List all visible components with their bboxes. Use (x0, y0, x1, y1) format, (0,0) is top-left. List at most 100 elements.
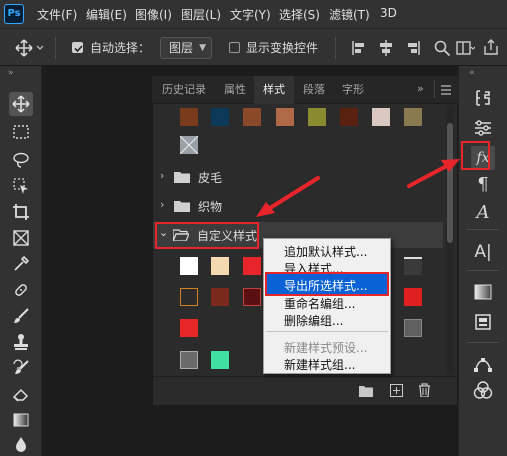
history-panel-icon[interactable] (471, 86, 495, 110)
brush-tool-icon[interactable] (9, 304, 33, 328)
blur-tool-icon[interactable] (9, 432, 33, 456)
right-panel-strip: « fx ¶ A A| (458, 66, 507, 456)
layer-group-dropdown[interactable]: 图层 ▼ (160, 37, 212, 59)
properties-panel-icon[interactable] (471, 116, 495, 140)
crop-tool-icon[interactable] (9, 200, 33, 224)
collapse-arrows-icon[interactable]: » (8, 68, 14, 78)
layer-dropdown-value: 图层 (169, 41, 194, 55)
style-swatch[interactable] (180, 136, 198, 154)
style-swatch[interactable] (404, 288, 422, 306)
channels-panel-icon[interactable] (471, 378, 495, 402)
align-right-icon[interactable] (404, 39, 422, 57)
folder-icon (174, 171, 190, 183)
marquee-tool-icon[interactable] (9, 120, 33, 144)
tab-paragraph[interactable]: 段落 (294, 76, 334, 104)
character-panel-icon[interactable]: A| (471, 240, 495, 264)
tab-properties[interactable]: 属性 (216, 76, 254, 104)
style-swatch[interactable] (404, 257, 422, 275)
healing-brush-tool-icon[interactable] (9, 278, 33, 302)
eraser-tool-icon[interactable] (9, 382, 33, 406)
auto-select-checkbox[interactable] (72, 42, 83, 53)
new-group-folder-icon[interactable] (359, 385, 373, 397)
style-swatch[interactable] (243, 108, 261, 126)
style-swatch[interactable] (372, 108, 390, 126)
new-style-icon[interactable] (390, 384, 403, 397)
share-icon[interactable] (482, 38, 500, 56)
menu-layer[interactable]: 图层(L) (181, 6, 221, 23)
style-swatch[interactable] (180, 257, 198, 275)
gradients-panel-icon[interactable] (471, 280, 495, 304)
style-group-label: 皮毛 (198, 171, 223, 185)
style-swatch[interactable] (180, 319, 198, 337)
separator (467, 229, 499, 230)
style-swatch[interactable] (340, 108, 358, 126)
chevron-right-icon: › (160, 169, 165, 182)
layers-panel-icon[interactable] (471, 310, 495, 334)
highlight-box (265, 272, 389, 296)
align-horizontal-center-icon[interactable] (377, 39, 395, 57)
menu-item-rename-group[interactable]: 重命名编组... (284, 295, 355, 312)
separator (467, 270, 499, 271)
style-swatch[interactable] (404, 319, 422, 337)
style-swatch[interactable] (211, 108, 229, 126)
style-swatch[interactable] (243, 288, 261, 306)
menu-item-append-default-styles[interactable]: 追加默认样式... (284, 243, 367, 260)
menu-filter[interactable]: 滤镜(T) (329, 6, 370, 23)
style-swatch[interactable] (276, 108, 294, 126)
menu-type[interactable]: 文字(Y) (230, 6, 271, 23)
show-transform-checkbox[interactable] (229, 42, 240, 53)
panel-scrollbar[interactable] (446, 105, 454, 375)
trash-icon[interactable] (418, 383, 431, 397)
style-swatch[interactable] (211, 257, 229, 275)
tab-glyphs[interactable]: 字形 (334, 76, 372, 104)
move-tool-preset-icon[interactable] (14, 37, 44, 59)
menu-item-delete-group[interactable]: 删除编组... (284, 312, 343, 329)
glyphs-panel-icon[interactable]: A (471, 200, 495, 224)
panel-menu-icon[interactable] (441, 85, 451, 95)
separator (55, 37, 56, 59)
style-swatch[interactable] (211, 351, 229, 369)
style-swatch[interactable] (404, 108, 422, 126)
expand-arrows-icon[interactable]: « (469, 68, 475, 78)
auto-select-label: 自动选择： (90, 41, 151, 55)
style-swatch[interactable] (211, 288, 229, 306)
clone-stamp-tool-icon[interactable] (9, 330, 33, 354)
show-transform-label: 显示变换控件 (246, 41, 319, 55)
highlight-box (461, 141, 490, 170)
tab-history[interactable]: 历史记录 (152, 76, 216, 104)
lasso-tool-icon[interactable] (9, 148, 33, 172)
history-brush-tool-icon[interactable] (9, 356, 33, 380)
style-group-fur[interactable]: › 皮毛 (156, 166, 446, 188)
menu-image[interactable]: 图像(I) (135, 6, 172, 23)
search-icon[interactable] (433, 39, 451, 57)
style-swatch[interactable] (243, 257, 261, 275)
align-left-icon[interactable] (350, 39, 368, 57)
folder-icon (174, 200, 190, 212)
options-bar: 自动选择： 图层 ▼ 显示变换控件 (0, 28, 507, 66)
menu-item-new-style-group[interactable]: 新建样式组... (284, 356, 355, 373)
workspace-icon[interactable] (455, 39, 475, 57)
menu-3d[interactable]: 3D (380, 6, 397, 20)
style-group-label: 织物 (198, 200, 223, 214)
chevron-down-icon: ▼ (199, 43, 206, 53)
paragraph-panel-icon[interactable]: ¶ (471, 172, 495, 196)
menu-file[interactable]: 文件(F) (37, 6, 77, 23)
style-swatch[interactable] (180, 108, 198, 126)
menu-edit[interactable]: 编辑(E) (86, 6, 127, 23)
style-swatch[interactable] (180, 351, 198, 369)
eyedropper-tool-icon[interactable] (9, 252, 33, 276)
separator (434, 80, 435, 98)
paths-panel-icon[interactable] (471, 352, 495, 376)
menu-item-new-style-preset: 新建样式预设... (284, 341, 368, 355)
scrollbar-thumb[interactable] (447, 123, 453, 243)
panel-collapse-icon[interactable]: » (417, 82, 424, 95)
gradient-tool-icon[interactable] (9, 408, 33, 432)
tab-styles[interactable]: 样式 (254, 76, 294, 104)
style-group-fabric[interactable]: › 织物 (156, 195, 446, 217)
menu-select[interactable]: 选择(S) (279, 6, 320, 23)
move-tool-icon[interactable] (9, 92, 33, 116)
frame-tool-icon[interactable] (9, 226, 33, 250)
style-swatch[interactable] (180, 288, 198, 306)
style-swatch[interactable] (308, 108, 326, 126)
object-select-tool-icon[interactable] (9, 174, 33, 198)
